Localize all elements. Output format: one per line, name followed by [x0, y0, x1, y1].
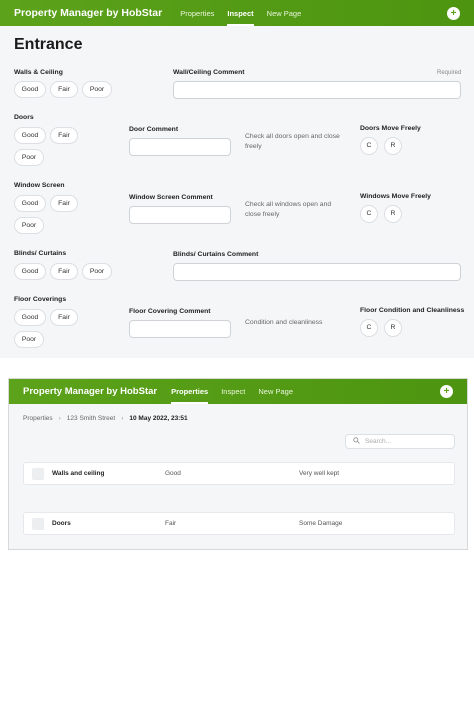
search-icon: [353, 437, 360, 446]
floor-good-option[interactable]: Good: [14, 309, 46, 326]
app-brand[interactable]: Property Manager by HobStar: [14, 7, 162, 19]
row-thumbnail: [32, 468, 44, 480]
blinds-poor-option[interactable]: Poor: [82, 263, 112, 280]
doors-poor-option[interactable]: Poor: [14, 149, 44, 166]
row-comment: Very well kept: [299, 470, 340, 477]
doors-fair-option[interactable]: Fair: [50, 127, 78, 144]
nav-properties[interactable]: Properties: [180, 0, 214, 26]
blinds-good-option[interactable]: Good: [14, 263, 46, 280]
door-comment-input[interactable]: [129, 138, 231, 156]
breadcrumb-address[interactable]: 123 Smith Street: [67, 415, 115, 422]
floor-poor-option[interactable]: Poor: [14, 331, 44, 348]
table-row[interactable]: Doors Fair Some Damage: [23, 512, 455, 535]
table-row[interactable]: Walls and ceiling Good Very well kept: [23, 462, 455, 485]
windows-move-freely-label: Windows Move Freely: [360, 193, 431, 200]
blinds-curtains-comment-input[interactable]: [173, 263, 461, 281]
walls-good-option[interactable]: Good: [14, 81, 46, 98]
floor-covering-comment-input[interactable]: [129, 320, 231, 338]
inspect-form-panel: Property Manager by HobStar Properties I…: [0, 0, 474, 358]
app-brand[interactable]: Property Manager by HobStar: [23, 386, 157, 397]
wall-ceiling-comment-input[interactable]: [173, 81, 461, 99]
properties-panel: Property Manager by HobStar Properties I…: [8, 378, 468, 550]
walls-poor-option[interactable]: Poor: [82, 81, 112, 98]
doors-move-freely-label: Doors Move Freely: [360, 125, 421, 132]
nav-inspect[interactable]: Inspect: [227, 0, 254, 26]
doors-label: Doors: [14, 114, 34, 121]
plus-icon[interactable]: +: [440, 385, 453, 398]
search-placeholder: Search...: [365, 438, 392, 445]
window-fair-option[interactable]: Fair: [50, 195, 78, 212]
nav-new-page[interactable]: New Page: [267, 0, 302, 26]
row-name: Walls and ceiling: [52, 470, 105, 477]
top-nav: Property Manager by HobStar Properties I…: [0, 0, 474, 26]
floor-r-option[interactable]: R: [384, 319, 402, 337]
windows-hint: Check all windows open and close freely: [245, 201, 332, 218]
window-good-option[interactable]: Good: [14, 195, 46, 212]
row-comment: Some Damage: [299, 520, 343, 527]
breadcrumb-current: 10 May 2022, 23:51: [129, 415, 188, 422]
windows-r-option[interactable]: R: [384, 205, 402, 223]
window-screen-label: Window Screen: [14, 182, 65, 189]
floor-condition-label: Floor Condition and Cleanliness: [360, 307, 465, 314]
blinds-fair-option[interactable]: Fair: [50, 263, 78, 280]
breadcrumb: Properties › 123 Smith Street › 10 May 2…: [23, 415, 188, 422]
row-thumbnail: [32, 518, 44, 530]
blinds-curtains-label: Blinds/ Curtains: [14, 250, 67, 257]
floor-c-option[interactable]: C: [360, 319, 378, 337]
row-rating: Fair: [165, 520, 177, 527]
windows-c-option[interactable]: C: [360, 205, 378, 223]
window-poor-option[interactable]: Poor: [14, 217, 44, 234]
doors-good-option[interactable]: Good: [14, 127, 46, 144]
wall-ceiling-comment-label: Wall/Ceiling Comment: [173, 69, 245, 76]
door-comment-label: Door Comment: [129, 126, 179, 133]
blinds-curtains-comment-label: Blinds/ Curtains Comment: [173, 251, 259, 258]
required-indicator: Required: [437, 70, 462, 76]
floor-coverings-label: Floor Coverings: [14, 296, 67, 303]
top-nav: Property Manager by HobStar Properties I…: [9, 379, 467, 404]
window-screen-comment-input[interactable]: [129, 206, 231, 224]
nav-new-page[interactable]: New Page: [258, 379, 293, 404]
plus-icon[interactable]: +: [447, 6, 460, 20]
walls-ceiling-label: Walls & Ceiling: [14, 69, 63, 76]
row-name: Doors: [52, 520, 71, 527]
breadcrumb-properties[interactable]: Properties: [23, 415, 53, 422]
floor-hint: Condition and cleanliness: [245, 319, 323, 326]
doors-c-option[interactable]: C: [360, 137, 378, 155]
doors-r-option[interactable]: R: [384, 137, 402, 155]
walls-fair-option[interactable]: Fair: [50, 81, 78, 98]
page-title: Entrance: [14, 36, 83, 53]
floor-fair-option[interactable]: Fair: [50, 309, 78, 326]
row-rating: Good: [165, 470, 181, 477]
nav-inspect[interactable]: Inspect: [221, 379, 245, 404]
chevron-right-icon: ›: [121, 415, 124, 422]
search-input[interactable]: Search...: [345, 434, 455, 449]
nav-properties[interactable]: Properties: [171, 379, 209, 404]
doors-hint: Check all doors open and close freely: [245, 133, 340, 150]
window-screen-comment-label: Window Screen Comment: [129, 194, 213, 201]
floor-covering-comment-label: Floor Covering Comment: [129, 308, 211, 315]
chevron-right-icon: ›: [58, 415, 61, 422]
